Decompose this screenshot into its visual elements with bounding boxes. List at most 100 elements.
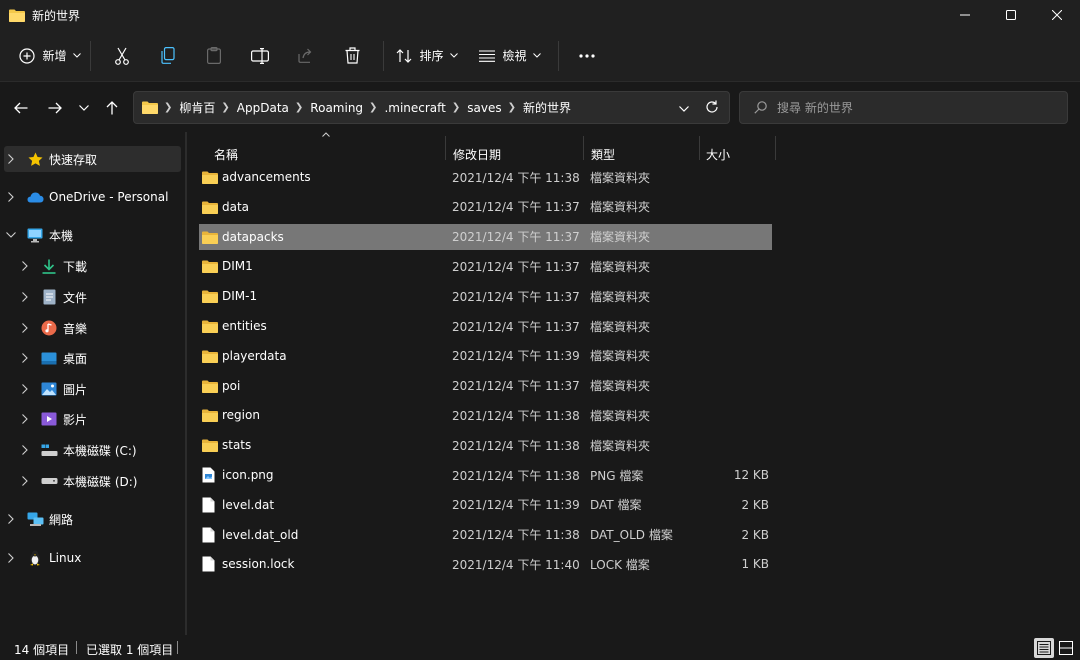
- file-row[interactable]: DIM1 2021/12/4 下午 11:37 檔案資料夾: [199, 253, 772, 279]
- chevron-down-icon[interactable]: [4, 232, 18, 238]
- star-icon: [26, 150, 44, 168]
- column-divider[interactable]: [699, 136, 700, 160]
- breadcrumb-item[interactable]: Roaming: [310, 101, 363, 115]
- file-row[interactable]: entities 2021/12/4 下午 11:37 檔案資料夾: [199, 313, 772, 339]
- chevron-right-icon[interactable]: [18, 445, 32, 455]
- file-name: poi: [222, 378, 241, 393]
- toolbar-divider: [558, 40, 559, 71]
- file-row[interactable]: session.lock 2021/12/4 下午 11:40 LOCK 檔案 1 K…: [199, 551, 772, 577]
- chevron-right-icon[interactable]: [4, 514, 18, 524]
- file-type: 檔案資料夾: [590, 289, 651, 304]
- chevron-right-icon[interactable]: [4, 154, 18, 164]
- delete-button[interactable]: [329, 39, 375, 73]
- file-row[interactable]: icon.png 2021/12/4 下午 11:38 PNG 檔案 12 KB: [199, 462, 772, 488]
- minimize-button[interactable]: [942, 0, 988, 30]
- file-name: level.dat_old: [222, 527, 299, 542]
- refresh-button[interactable]: [705, 100, 719, 117]
- file-size: 1 KB: [741, 557, 769, 572]
- file-type: LOCK 檔案: [590, 557, 650, 572]
- file-type: DAT_OLD 檔案: [590, 528, 673, 543]
- chevron-right-icon[interactable]: [4, 192, 18, 202]
- toolbar-divider: [90, 40, 91, 71]
- breadcrumb-item[interactable]: AppData: [237, 101, 289, 115]
- more-options-button[interactable]: [567, 39, 607, 73]
- sidebar-item-network[interactable]: 網路: [4, 506, 181, 532]
- share-button[interactable]: [283, 39, 329, 73]
- file-name: playerdata: [222, 348, 287, 363]
- title-bar[interactable]: 新的世界: [0, 0, 1080, 30]
- sidebar-item-music[interactable]: 音樂: [18, 315, 181, 341]
- breadcrumb-item[interactable]: 柳肯百: [179, 99, 215, 116]
- recent-locations-button[interactable]: [72, 96, 96, 120]
- sidebar-item-this-pc[interactable]: 本機: [4, 222, 181, 248]
- new-button[interactable]: 新增: [18, 39, 82, 73]
- file-row[interactable]: level.dat 2021/12/4 下午 11:39 DAT 檔案 2 KB: [199, 492, 772, 518]
- view-button[interactable]: 檢視: [470, 39, 550, 73]
- maximize-button[interactable]: [988, 0, 1034, 30]
- chevron-right-icon[interactable]: [4, 553, 18, 563]
- chevron-right-icon[interactable]: [18, 323, 32, 333]
- column-header-name[interactable]: 名稱: [214, 146, 238, 163]
- file-modified-date: 2021/12/4 下午 11:37: [452, 319, 580, 334]
- arrow-right-icon: [48, 102, 62, 114]
- file-name: data: [222, 199, 250, 214]
- chevron-right-icon[interactable]: [18, 261, 32, 271]
- sidebar-item-pictures[interactable]: 圖片: [18, 376, 181, 402]
- chevron-right-icon[interactable]: [18, 353, 32, 363]
- breadcrumb-item[interactable]: .minecraft: [384, 101, 445, 115]
- file-icon: [202, 497, 218, 513]
- file-row[interactable]: advancements 2021/12/4 下午 11:38 檔案資料夾: [199, 164, 772, 190]
- breadcrumb-item[interactable]: 新的世界: [523, 99, 571, 116]
- file-row[interactable]: playerdata 2021/12/4 下午 11:39 檔案資料夾: [199, 343, 772, 369]
- sidebar-item-drive-c[interactable]: 本機磁碟 (C:): [18, 437, 181, 463]
- chevron-right-icon[interactable]: [18, 292, 32, 302]
- file-row[interactable]: stats 2021/12/4 下午 11:38 檔案資料夾: [199, 432, 772, 458]
- breadcrumb-item[interactable]: saves: [467, 101, 501, 115]
- file-row[interactable]: data 2021/12/4 下午 11:37 檔案資料夾: [199, 194, 772, 220]
- search-input[interactable]: 搜尋 新的世界: [739, 91, 1068, 124]
- sidebar-item-documents[interactable]: 文件: [18, 284, 181, 310]
- plus-circle-icon: [19, 47, 36, 64]
- paste-button[interactable]: [191, 39, 237, 73]
- column-divider[interactable]: [775, 136, 776, 160]
- sidebar-item-label: 網路: [49, 512, 74, 527]
- column-header-date[interactable]: 修改日期: [453, 146, 501, 163]
- cut-button[interactable]: [99, 39, 145, 73]
- column-divider[interactable]: [445, 136, 446, 160]
- sidebar-item-drive-d[interactable]: 本機磁碟 (D:): [18, 468, 181, 494]
- file-row[interactable]: region 2021/12/4 下午 11:38 檔案資料夾: [199, 402, 772, 428]
- up-button[interactable]: [100, 96, 124, 120]
- close-button[interactable]: [1034, 0, 1080, 30]
- sidebar-item-linux[interactable]: Linux: [4, 545, 181, 571]
- sidebar-item-onedrive[interactable]: OneDrive - Personal: [4, 184, 181, 210]
- back-button[interactable]: [9, 96, 33, 120]
- file-modified-date: 2021/12/4 下午 11:38: [452, 468, 580, 483]
- file-row[interactable]: level.dat_old 2021/12/4 下午 11:38 DAT_OLD 檔…: [199, 522, 772, 548]
- sidebar-item-videos[interactable]: 影片: [18, 406, 181, 432]
- file-row[interactable]: DIM-1 2021/12/4 下午 11:37 檔案資料夾: [199, 283, 772, 309]
- sidebar-item-desktop[interactable]: 桌面: [18, 345, 181, 371]
- copy-button[interactable]: [145, 39, 191, 73]
- file-row[interactable]: poi 2021/12/4 下午 11:37 檔案資料夾: [199, 373, 772, 399]
- details-view-button[interactable]: [1034, 638, 1054, 658]
- address-history-button[interactable]: [679, 101, 689, 115]
- column-divider[interactable]: [583, 136, 584, 160]
- column-header-type[interactable]: 類型: [591, 146, 615, 163]
- column-header-size[interactable]: 大小: [706, 146, 730, 163]
- maximize-icon: [1006, 10, 1016, 20]
- tiles-view-button[interactable]: [1056, 638, 1076, 658]
- chevron-right-icon[interactable]: [18, 414, 32, 424]
- chevron-right-icon[interactable]: [18, 476, 32, 486]
- linux-icon: [26, 549, 44, 567]
- chevron-down-icon: [449, 53, 458, 58]
- file-row[interactable]: datapacks 2021/12/4 下午 11:37 檔案資料夾: [199, 223, 772, 250]
- folder-icon: [202, 258, 218, 274]
- forward-button[interactable]: [43, 96, 67, 120]
- sidebar-item-downloads[interactable]: 下載: [18, 253, 181, 279]
- rename-button[interactable]: [237, 39, 283, 73]
- address-bar[interactable]: ❯ 柳肯百 ❯ AppData ❯ Roaming ❯ .minecraft ❯…: [133, 91, 730, 124]
- chevron-right-icon[interactable]: [18, 384, 32, 394]
- sort-button[interactable]: 排序: [392, 39, 462, 73]
- file-list: 名稱 修改日期 類型 大小 advancements 2021/12/4 下午 1…: [187, 132, 1080, 635]
- sidebar-item-quick-access[interactable]: 快速存取: [4, 146, 181, 172]
